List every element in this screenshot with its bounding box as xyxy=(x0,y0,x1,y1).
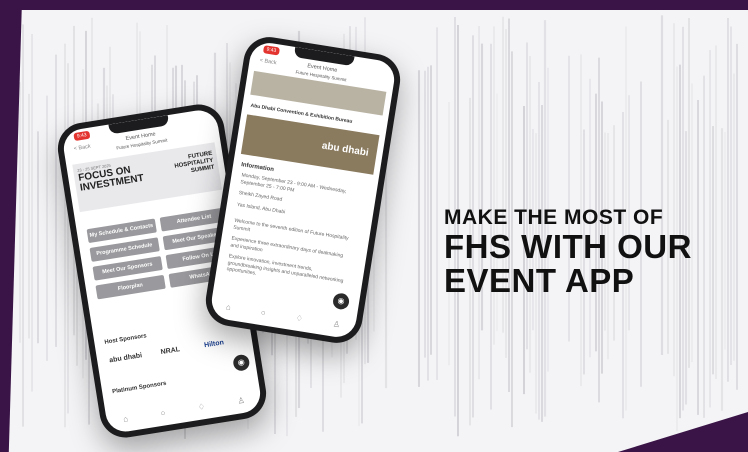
sponsor-hilton[interactable]: Hilton xyxy=(204,339,225,349)
sponsor-nral[interactable]: NRAL xyxy=(160,346,180,356)
camera-icon[interactable]: ◉ xyxy=(331,292,351,311)
camera-icon[interactable]: ◉ xyxy=(232,353,251,372)
status-time: 9:43 xyxy=(262,45,280,56)
status-time: 9:43 xyxy=(73,130,91,142)
host-sponsors-title: Host Sponsors xyxy=(104,333,148,346)
bell-icon[interactable]: ♢ xyxy=(197,402,205,412)
user-icon[interactable]: ♙ xyxy=(237,396,245,406)
search-icon[interactable]: ○ xyxy=(160,408,166,418)
sponsor-abudhabi[interactable]: abu dhabi xyxy=(109,352,143,364)
venue-brand: abu dhabi xyxy=(321,140,370,159)
app-promo-banner: 9:43 < Back Event Home Future Hospitalit… xyxy=(0,0,748,452)
banner-right: FUTURE HOSPITALITY SUMMIT xyxy=(174,150,215,175)
headline-line-2: FHS WITH OUR xyxy=(444,228,692,265)
headline-line-1: MAKE THE MOST OF xyxy=(444,206,664,229)
frame-top xyxy=(0,0,748,10)
search-icon[interactable]: ○ xyxy=(260,308,266,318)
home-icon[interactable]: ⌂ xyxy=(225,302,231,312)
bell-icon[interactable]: ♢ xyxy=(295,314,303,324)
information-title: Information xyxy=(240,162,275,174)
platinum-sponsors-title: Platinum Sponsors xyxy=(111,380,167,396)
user-icon[interactable]: ♙ xyxy=(332,319,340,329)
headline-line-3: EVENT APP xyxy=(444,262,635,299)
headline: MAKE THE MOST OF FHS WITH OUR EVENT APP xyxy=(444,206,692,298)
home-icon[interactable]: ⌂ xyxy=(123,414,129,424)
